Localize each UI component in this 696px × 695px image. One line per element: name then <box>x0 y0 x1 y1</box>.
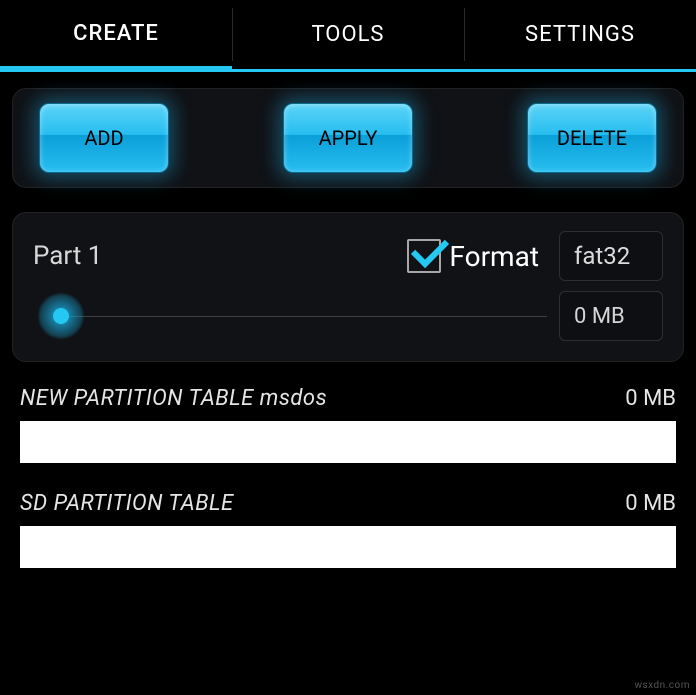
new-partition-table-type: msdos <box>260 386 327 411</box>
format-label: Format <box>449 240 539 273</box>
sd-partition-table-title: SD PARTITION TABLE <box>20 491 234 516</box>
tab-bar: CREATE TOOLS SETTINGS <box>0 0 696 72</box>
filesystem-value: fat32 <box>574 242 630 270</box>
new-partition-table-block: NEW PARTITION TABLE msdos 0 MB <box>20 386 676 463</box>
partition-size-box[interactable]: 0 MB <box>559 291 663 341</box>
add-button-label: ADD <box>84 126 123 150</box>
sd-partition-table-size: 0 MB <box>625 491 676 516</box>
new-partition-table-size: 0 MB <box>625 386 676 411</box>
tab-settings[interactable]: SETTINGS <box>464 0 696 72</box>
tab-settings-label: SETTINGS <box>525 22 635 47</box>
action-panel: ADD APPLY DELETE <box>12 88 684 188</box>
sd-partition-table-bar <box>20 526 676 568</box>
format-checkbox[interactable] <box>407 239 441 273</box>
size-slider[interactable] <box>33 289 547 343</box>
tab-create-label: CREATE <box>73 21 159 46</box>
slider-thumb[interactable] <box>37 292 85 340</box>
watermark: wsxdn.com <box>634 680 690 691</box>
partition-title: Part 1 <box>33 241 407 271</box>
format-checkbox-wrap[interactable]: Format <box>407 239 551 273</box>
apply-button[interactable]: APPLY <box>283 103 413 173</box>
partition-panel: Part 1 Format fat32 0 MB <box>12 212 684 362</box>
tab-create[interactable]: CREATE <box>0 0 232 72</box>
slider-track <box>61 316 547 317</box>
slider-thumb-core <box>53 308 69 324</box>
new-partition-table-label: NEW PARTITION TABLE <box>20 386 254 411</box>
apply-button-label: APPLY <box>319 126 378 150</box>
partition-tables: NEW PARTITION TABLE msdos 0 MB SD PARTIT… <box>20 386 676 568</box>
tab-tools[interactable]: TOOLS <box>232 0 464 72</box>
new-partition-table-bar <box>20 421 676 463</box>
filesystem-select[interactable]: fat32 <box>559 231 663 281</box>
sd-partition-table-block: SD PARTITION TABLE 0 MB <box>20 491 676 568</box>
tab-tools-label: TOOLS <box>311 22 384 47</box>
delete-button[interactable]: DELETE <box>527 103 657 173</box>
new-partition-table-title: NEW PARTITION TABLE msdos <box>20 386 327 411</box>
add-button[interactable]: ADD <box>39 103 169 173</box>
partition-size-value: 0 MB <box>574 304 625 329</box>
sd-partition-table-label: SD PARTITION TABLE <box>20 491 234 516</box>
delete-button-label: DELETE <box>557 126 627 150</box>
